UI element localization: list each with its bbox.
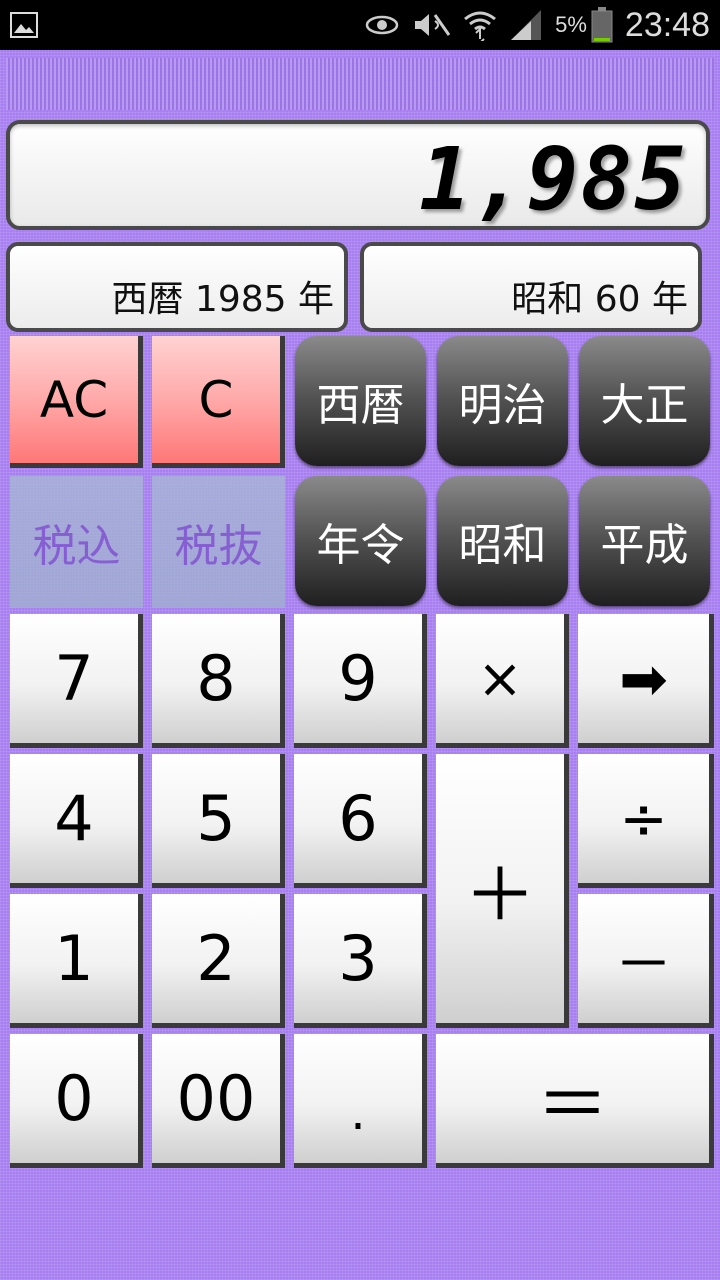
battery-icon (591, 7, 613, 43)
showa-button[interactable]: 昭和 (437, 476, 568, 606)
digit-6-button[interactable]: 6 (294, 754, 427, 888)
age-button[interactable]: 年令 (295, 476, 426, 606)
result-display: 1,985 (6, 120, 710, 230)
header-pattern (6, 58, 714, 110)
western-year-display: 西暦 1985 年 (6, 242, 348, 332)
clear-button[interactable]: C (152, 336, 285, 468)
display-value: 1,985 (419, 130, 688, 230)
japanese-era-display: 昭和 60 年 (360, 242, 702, 332)
wifi-icon (463, 10, 497, 41)
digit-0-button[interactable]: 0 (10, 1034, 143, 1168)
divide-button[interactable]: ÷ (578, 754, 714, 888)
battery-percent: 5% (555, 12, 587, 37)
all-clear-button[interactable]: AC (10, 336, 143, 468)
mute-icon (411, 10, 451, 40)
digit-9-button[interactable]: 9 (294, 614, 427, 748)
heisei-button[interactable]: 平成 (579, 476, 710, 606)
gallery-icon (10, 12, 38, 38)
digit-8-button[interactable]: 8 (152, 614, 285, 748)
meiji-button[interactable]: 明治 (437, 336, 568, 466)
signal-icon (509, 10, 543, 40)
western-year-text: 西暦 1985 年 (111, 279, 334, 320)
digit-1-button[interactable]: 1 (10, 894, 143, 1028)
minus-button[interactable]: － (578, 894, 714, 1028)
digit-7-button[interactable]: 7 (10, 614, 143, 748)
digit-4-button[interactable]: 4 (10, 754, 143, 888)
seireki-button[interactable]: 西暦 (295, 336, 426, 466)
eye-icon (365, 10, 399, 40)
arrow-right-button[interactable]: ➡ (578, 614, 714, 748)
multiply-button[interactable]: × (436, 614, 569, 748)
status-bar: 5% 23:48 (0, 0, 720, 50)
equals-button[interactable]: ＝ (436, 1034, 714, 1168)
tax-excluded-button[interactable]: 税抜 (152, 476, 285, 608)
tax-included-button[interactable]: 税込 (10, 476, 143, 608)
taisho-button[interactable]: 大正 (579, 336, 710, 466)
digit-3-button[interactable]: 3 (294, 894, 427, 1028)
digit-2-button[interactable]: 2 (152, 894, 285, 1028)
plus-button[interactable]: ＋ (436, 754, 569, 1028)
double-zero-button[interactable]: 00 (152, 1034, 285, 1168)
japanese-era-text: 昭和 60 年 (511, 279, 688, 320)
digit-5-button[interactable]: 5 (152, 754, 285, 888)
clock: 23:48 (624, 5, 710, 44)
decimal-point-button[interactable]: . (294, 1034, 427, 1168)
